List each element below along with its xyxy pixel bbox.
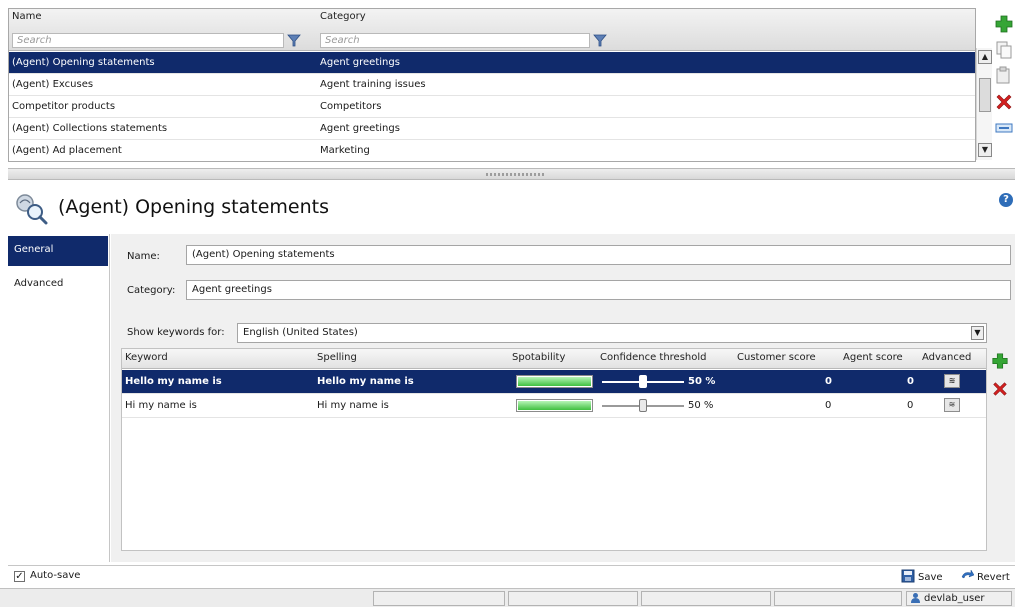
list-scrollbar[interactable]: ▲ ▼	[976, 48, 992, 160]
customer-score-column-header[interactable]: Customer score	[737, 352, 816, 363]
revert-button[interactable]: Revert	[960, 569, 1010, 583]
copy-icon[interactable]	[994, 40, 1014, 60]
autosave-checkbox[interactable]: ✓	[14, 571, 25, 582]
confidence-value: 50 %	[688, 400, 714, 411]
splitter[interactable]	[8, 168, 1015, 180]
list-row[interactable]: (Agent) Excuses Agent training issues	[9, 74, 975, 96]
row-category: Marketing	[320, 145, 370, 156]
chevron-down-icon[interactable]: ▼	[971, 326, 984, 340]
name-search-input[interactable]: Search	[12, 33, 284, 48]
categories-grid: Name Category Search Search (Agent) Open…	[8, 8, 976, 162]
advanced-button[interactable]: ≋	[944, 398, 960, 412]
status-bar: devlab_user	[0, 588, 1015, 607]
list-row[interactable]: (Agent) Opening statements Agent greetin…	[9, 52, 975, 74]
save-label: Save	[918, 572, 943, 583]
user-name: devlab_user	[924, 593, 985, 604]
keyword-cell: Hello my name is	[125, 376, 222, 387]
slider-thumb[interactable]	[639, 399, 647, 412]
spelling-cell: Hello my name is	[317, 376, 414, 387]
status-panel	[508, 591, 638, 606]
row-category: Agent training issues	[320, 79, 426, 90]
name-filter-icon[interactable]	[287, 34, 301, 47]
language-value: English (United States)	[243, 327, 358, 338]
row-name: (Agent) Collections statements	[12, 123, 168, 134]
confidence-slider[interactable]	[602, 370, 684, 393]
agent-score-cell: 0	[907, 400, 914, 411]
slider-thumb[interactable]	[639, 375, 647, 388]
scroll-thumb[interactable]	[979, 78, 991, 112]
revert-icon	[961, 569, 974, 579]
scroll-down-button[interactable]: ▼	[978, 143, 992, 157]
spelling-column-header[interactable]: Spelling	[317, 352, 357, 363]
name-column-header[interactable]: Name	[12, 11, 42, 22]
agent-score-column-header[interactable]: Agent score	[843, 352, 903, 363]
keyword-cell: Hi my name is	[125, 400, 197, 411]
category-filter-icon[interactable]	[593, 34, 607, 47]
spelling-cell: Hi my name is	[317, 400, 389, 411]
keyword-row[interactable]: Hi my name is Hi my name is 50 % 0 0 ≋	[122, 394, 986, 418]
user-icon	[911, 593, 920, 603]
category-column-header[interactable]: Category	[320, 11, 366, 22]
autosave-label: Auto-save	[30, 570, 81, 581]
confidence-value: 50 %	[688, 376, 716, 387]
confidence-column-header[interactable]: Confidence threshold	[600, 352, 707, 363]
category-label: Category:	[127, 285, 176, 296]
row-category: Agent greetings	[320, 123, 400, 134]
customer-score-cell: 0	[825, 376, 832, 387]
save-icon	[901, 569, 915, 583]
paste-icon[interactable]	[994, 66, 1014, 86]
list-row[interactable]: Competitor products Competitors	[9, 96, 975, 118]
action-bar: ✓ Auto-save Save Revert	[8, 565, 1015, 587]
section-nav: General Advanced	[8, 234, 110, 562]
user-status: devlab_user	[906, 591, 1012, 606]
advanced-button[interactable]: ≋	[944, 374, 960, 388]
grid-header: Name Category Search Search	[9, 9, 975, 51]
confidence-slider[interactable]	[602, 394, 684, 417]
category-search-input[interactable]: Search	[320, 33, 590, 48]
keyword-row[interactable]: Hello my name is Hello my name is 50 % 0…	[122, 370, 986, 394]
spotability-column-header[interactable]: Spotability	[512, 352, 565, 363]
language-label: Show keywords for:	[127, 327, 225, 338]
language-select[interactable]: English (United States) ▼	[237, 323, 987, 343]
nav-item-general[interactable]: General	[8, 236, 108, 266]
row-name: (Agent) Opening statements	[12, 57, 155, 68]
keyword-column-header[interactable]: Keyword	[125, 352, 168, 363]
row-category: Agent greetings	[320, 57, 400, 68]
keywords-header: Keyword Spelling Spotability Confidence …	[122, 349, 986, 369]
save-button[interactable]: Save	[901, 569, 943, 583]
collapse-icon[interactable]	[994, 118, 1014, 138]
scroll-up-button[interactable]: ▲	[978, 50, 992, 64]
delete-keyword-icon[interactable]	[991, 380, 1009, 398]
category-field[interactable]: Agent greetings	[186, 280, 1011, 300]
status-panel	[641, 591, 771, 606]
page-title: (Agent) Opening statements	[58, 196, 329, 218]
name-label: Name:	[127, 251, 160, 262]
delete-icon[interactable]	[994, 92, 1014, 112]
status-panel	[774, 591, 902, 606]
list-row[interactable]: (Agent) Collections statements Agent gre…	[9, 118, 975, 140]
add-icon[interactable]	[994, 14, 1014, 34]
advanced-column-header[interactable]: Advanced	[922, 352, 971, 363]
spotability-bar	[516, 375, 593, 388]
help-icon[interactable]: ?	[999, 193, 1013, 207]
nav-item-advanced[interactable]: Advanced	[8, 270, 108, 300]
splitter-grip[interactable]	[486, 173, 546, 176]
row-category: Competitors	[320, 101, 382, 112]
row-name: Competitor products	[12, 101, 116, 112]
row-name: (Agent) Ad placement	[12, 145, 122, 156]
customer-score-cell: 0	[825, 400, 832, 411]
keyword-search-icon	[16, 194, 48, 225]
agent-score-cell: 0	[907, 376, 914, 387]
row-name: (Agent) Excuses	[12, 79, 94, 90]
spotability-bar	[516, 399, 593, 412]
status-panel	[373, 591, 505, 606]
list-row[interactable]: (Agent) Ad placement Marketing	[9, 140, 975, 162]
add-keyword-icon[interactable]	[991, 352, 1009, 370]
revert-label: Revert	[977, 572, 1010, 583]
name-field[interactable]: (Agent) Opening statements	[186, 245, 1011, 265]
keywords-grid: Keyword Spelling Spotability Confidence …	[121, 348, 987, 551]
